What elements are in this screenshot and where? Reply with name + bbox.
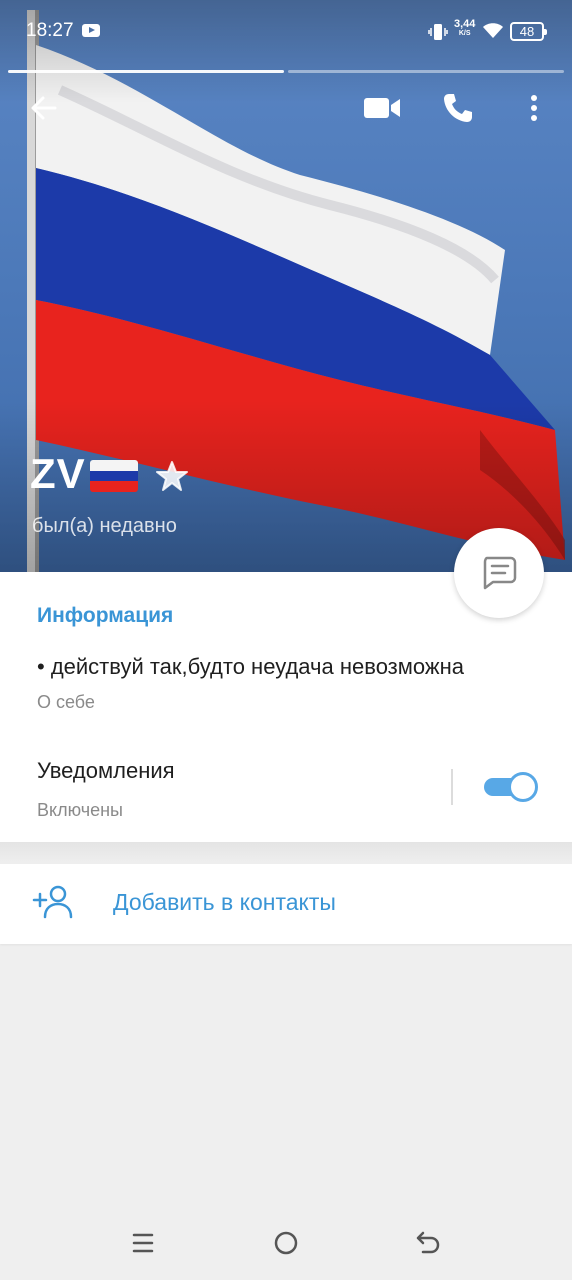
message-icon: [483, 556, 517, 590]
send-message-button[interactable]: [454, 528, 544, 618]
more-options-button[interactable]: [512, 86, 556, 130]
photo-progress-active: [8, 70, 284, 73]
section-title-info: Информация: [37, 604, 174, 627]
menu-icon: [132, 1233, 154, 1253]
add-contact-label[interactable]: Добавить в контакты: [113, 889, 336, 916]
profile-name-row: ZV: [30, 450, 188, 498]
photo-progress-next: [288, 70, 564, 73]
home-icon: [274, 1231, 298, 1255]
video-call-icon: [364, 98, 400, 118]
back-button[interactable]: [22, 86, 66, 130]
russian-flag-emoji: [89, 460, 138, 492]
network-speed: 3,44 K/S: [454, 18, 476, 38]
status-time: 18:27: [26, 20, 74, 41]
system-back-button[interactable]: [413, 1228, 443, 1258]
more-vert-icon: [531, 95, 537, 121]
add-contact-row[interactable]: Добавить в контакты: [0, 864, 572, 944]
phone-icon: [444, 94, 472, 122]
back-arrow-icon: [31, 96, 57, 120]
status-bar: 18:27 3,44 K/S 48: [0, 0, 572, 62]
star-icon: [155, 461, 188, 491]
section-separator: [0, 842, 572, 864]
video-call-button[interactable]: [360, 86, 404, 130]
recent-apps-button[interactable]: [128, 1228, 158, 1258]
last-seen-status: был(а) недавно: [32, 515, 177, 537]
youtube-notification-icon: [82, 24, 100, 37]
bio-text[interactable]: • действуй так,будто неудача невозможна: [37, 654, 464, 680]
battery-indicator: 48: [510, 22, 547, 41]
call-button[interactable]: [436, 86, 480, 130]
system-nav-bar: [0, 1200, 572, 1280]
vibrate-icon: [428, 24, 448, 40]
divider: [451, 769, 453, 805]
wifi-icon: [483, 23, 503, 38]
notifications-title[interactable]: Уведомления: [37, 758, 175, 784]
back-icon: [416, 1231, 440, 1254]
notifications-state: Включены: [37, 800, 123, 820]
bio-label: О себе: [37, 692, 95, 712]
home-button[interactable]: [271, 1228, 301, 1258]
add-person-icon: [32, 885, 73, 919]
profile-name: ZV: [30, 450, 86, 497]
notifications-toggle[interactable]: [484, 772, 538, 802]
